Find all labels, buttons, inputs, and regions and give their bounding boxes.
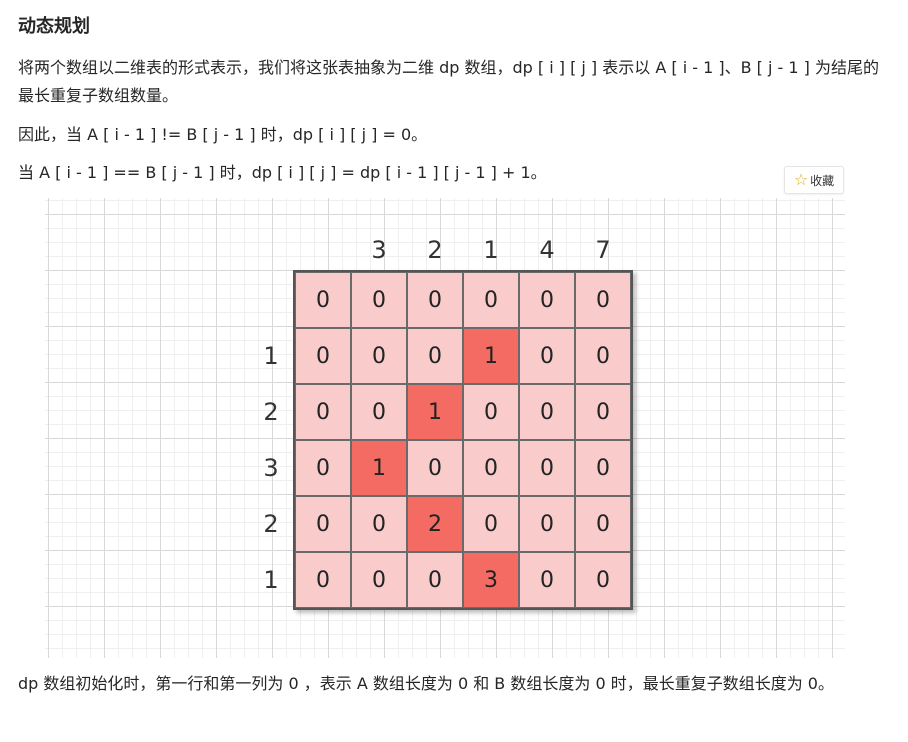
dp-cell: 0: [463, 384, 519, 440]
section-title: 动态规划: [18, 16, 90, 37]
dp-cell: 0: [351, 384, 407, 440]
row-label: 1: [263, 342, 279, 370]
dp-cell: 0: [519, 272, 575, 328]
dp-cell: 0: [295, 384, 351, 440]
star-icon: ☆: [793, 170, 809, 189]
row-label: 2: [263, 398, 279, 426]
dp-cell: 0: [575, 328, 631, 384]
paragraph-not-equal-case: 因此，当 A [ i - 1 ] != B [ j - 1 ] 时，dp [ i…: [18, 125, 428, 144]
dp-cell: 0: [295, 496, 351, 552]
dp-cell: 0: [407, 440, 463, 496]
row-label: 2: [263, 510, 279, 538]
dp-cell: 0: [519, 384, 575, 440]
dp-cell: 0: [351, 328, 407, 384]
paragraph-dp-definition: 将两个数组以二维表的形式表示，我们将这张表抽象为二维 dp 数组，dp [ i …: [18, 58, 879, 105]
dp-cell: 0: [463, 272, 519, 328]
dp-cell: 0: [519, 552, 575, 608]
dp-cell-highlighted: 1: [463, 328, 519, 384]
dp-cell-highlighted: 1: [407, 384, 463, 440]
dp-table: 000000000100001000010000002000000300: [293, 270, 633, 610]
favorite-button[interactable]: ☆ 收藏: [784, 166, 844, 194]
dp-table-figure: 32147 12321 0000000001000010000100000020…: [45, 198, 845, 658]
dp-cell: 0: [519, 496, 575, 552]
dp-cell: 0: [575, 496, 631, 552]
dp-cell: 0: [407, 328, 463, 384]
dp-cell: 0: [295, 272, 351, 328]
dp-cell: 0: [295, 552, 351, 608]
dp-cell: 0: [575, 272, 631, 328]
dp-cell: 0: [519, 440, 575, 496]
dp-cell: 0: [407, 272, 463, 328]
favorite-label: 收藏: [810, 173, 835, 188]
paragraph-equal-case: 当 A [ i - 1 ] == B [ j - 1 ] 时，dp [ i ] …: [18, 163, 547, 182]
row-label: 1: [263, 566, 279, 594]
dp-cell: 0: [351, 496, 407, 552]
dp-cell: 0: [575, 384, 631, 440]
dp-cell: 0: [463, 440, 519, 496]
dp-cell: 0: [295, 440, 351, 496]
dp-cell-highlighted: 2: [407, 496, 463, 552]
dp-cell-highlighted: 1: [351, 440, 407, 496]
dp-cell: 0: [575, 552, 631, 608]
dp-cell-highlighted: 3: [463, 552, 519, 608]
dp-cell: 0: [519, 328, 575, 384]
dp-cell: 0: [295, 328, 351, 384]
dp-cell: 0: [351, 272, 407, 328]
dp-cell: 0: [575, 440, 631, 496]
dp-cell: 0: [463, 496, 519, 552]
row-label: 3: [263, 454, 279, 482]
dp-cell: 0: [351, 552, 407, 608]
paragraph-initialization: dp 数组初始化时，第一行和第一列为 0 ，表示 A 数组长度为 0 和 B 数…: [18, 674, 834, 693]
dp-cell: 0: [407, 552, 463, 608]
